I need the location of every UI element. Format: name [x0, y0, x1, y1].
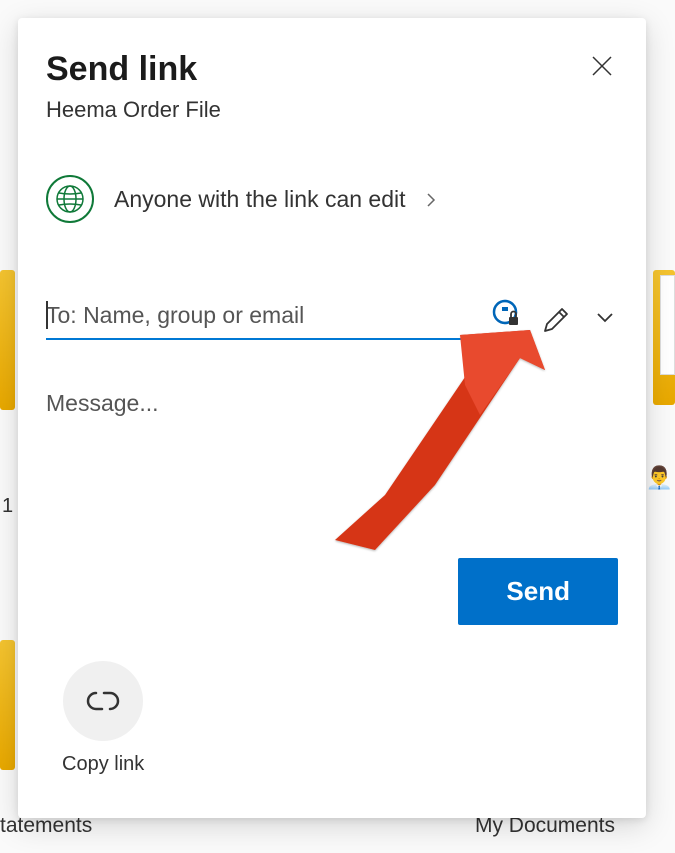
background-folder	[0, 270, 15, 410]
permission-text: Anyone with the link can edit	[114, 186, 618, 213]
link-permission-row[interactable]: Anyone with the link can edit	[46, 175, 618, 223]
close-button[interactable]	[586, 50, 618, 82]
dialog-subtitle: Heema Order File	[46, 97, 221, 123]
background-document	[660, 275, 675, 375]
organization-lock-icon	[492, 299, 520, 332]
globe-icon	[46, 175, 94, 223]
chevron-right-icon	[420, 186, 436, 212]
dialog-title: Send link	[46, 50, 221, 89]
background-folder	[0, 640, 15, 770]
background-text: 1	[2, 495, 13, 518]
send-button[interactable]: Send	[458, 558, 618, 625]
link-icon	[82, 687, 124, 715]
message-input[interactable]	[46, 390, 618, 471]
close-icon	[591, 55, 613, 77]
send-link-dialog: Send link Heema Order File Anyone with t…	[18, 18, 646, 818]
recipient-input[interactable]	[46, 302, 484, 329]
text-cursor	[46, 301, 48, 329]
permission-dropdown-button[interactable]	[592, 308, 618, 331]
copy-link-label: Copy link	[62, 753, 144, 776]
edit-permission-button[interactable]	[538, 302, 574, 338]
person-icon: 👨‍💼	[646, 465, 673, 491]
pencil-icon	[542, 306, 570, 334]
chevron-down-icon	[596, 312, 614, 324]
copy-link-button[interactable]: Copy link	[62, 661, 144, 776]
